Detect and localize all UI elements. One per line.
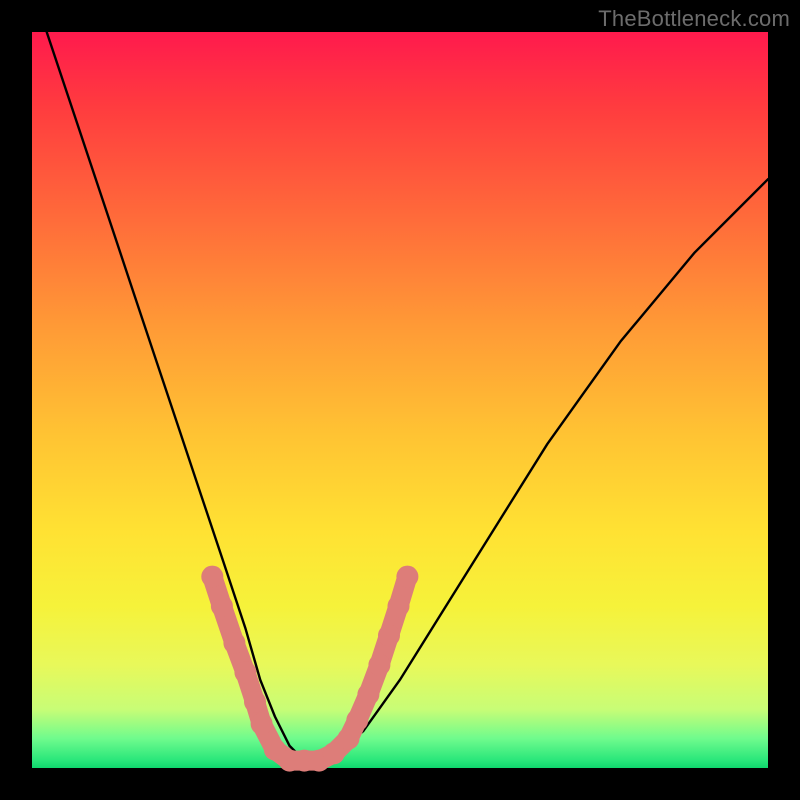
bottleneck-curve bbox=[47, 32, 768, 761]
marker-dot bbox=[388, 595, 410, 617]
chart-svg bbox=[32, 32, 768, 768]
marker-dot bbox=[223, 632, 245, 654]
curve-layer bbox=[47, 32, 768, 761]
marker-dot bbox=[346, 709, 368, 731]
marker-dot bbox=[251, 713, 273, 735]
marker-dot bbox=[211, 595, 233, 617]
marker-dot bbox=[234, 661, 256, 683]
watermark-text: TheBottleneck.com bbox=[598, 6, 790, 32]
marker-dot bbox=[396, 566, 418, 588]
chart-frame: TheBottleneck.com bbox=[0, 0, 800, 800]
marker-dot bbox=[368, 654, 390, 676]
marker-dot bbox=[201, 566, 223, 588]
marker-dot bbox=[378, 625, 400, 647]
marker-dot bbox=[357, 683, 379, 705]
marker-dot bbox=[244, 691, 266, 713]
plot-area bbox=[32, 32, 768, 768]
